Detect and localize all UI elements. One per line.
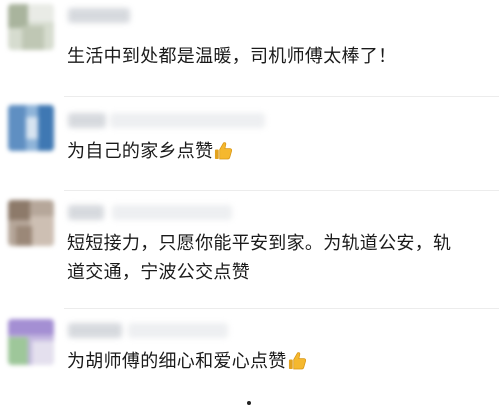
username-blurred	[68, 8, 130, 23]
username-blurred	[110, 113, 265, 128]
comment-item: 为自己的家乡点赞	[0, 97, 499, 190]
avatar[interactable]	[8, 200, 54, 246]
comment-text: 为自己的家乡点赞	[67, 137, 233, 170]
username-blurred	[128, 323, 228, 338]
username-blurred	[112, 205, 232, 220]
avatar[interactable]	[8, 319, 54, 365]
comment-text: 为胡师傅的细心和爱心点赞	[67, 347, 307, 380]
username-blurred	[68, 205, 104, 220]
comment-item: 短短接力，只愿你能平安到家。为轨道公安，轨 道交通，宁波公交点赞	[0, 191, 499, 308]
username-blurred	[68, 113, 106, 128]
comment-text-line: 道交通，宁波公交点赞	[67, 262, 250, 283]
avatar[interactable]	[8, 105, 54, 151]
comment-item: 生活中到处都是温暖，司机师傅太棒了！	[0, 0, 499, 96]
username-blurred	[68, 323, 122, 338]
comment-item: 为胡师傅的细心和爱心点赞	[0, 309, 499, 409]
scroll-dot	[247, 401, 251, 405]
comment-text-content: 为自己的家乡点赞	[67, 141, 214, 162]
thumbs-up-icon	[288, 350, 307, 380]
comment-text: 生活中到处都是温暖，司机师傅太棒了！	[67, 46, 397, 67]
thumbs-up-icon	[214, 140, 233, 170]
comment-text-content: 为胡师傅的细心和爱心点赞	[67, 351, 287, 372]
comment-text-line: 短短接力，只愿你能平安到家。为轨道公安，轨	[67, 233, 452, 254]
avatar[interactable]	[8, 4, 54, 50]
